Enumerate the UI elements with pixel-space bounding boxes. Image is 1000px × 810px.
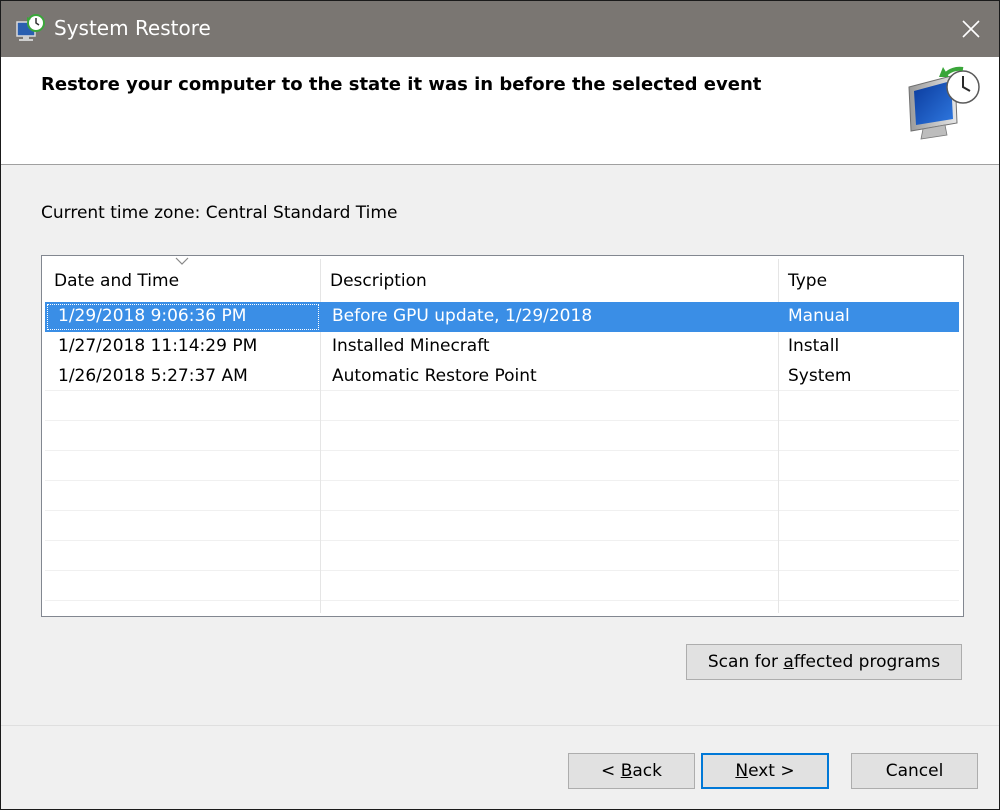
restore-points-list[interactable]: Date and Time Description Type 1/29/2018… [41,255,964,617]
timezone-label: Current time zone: Central Standard Time [41,203,398,223]
restore-computer-clock-icon [908,66,980,140]
column-header-label: Description [330,271,427,291]
scan-affected-programs-button[interactable]: Scan for a ffected programs [686,644,962,680]
cell-type: Manual [788,306,850,326]
cell-date-time: 1/29/2018 9:06:36 PM [45,302,321,332]
row-divider [45,540,959,541]
column-headers: Date and Time Description Type [45,257,959,301]
row-divider [45,570,959,571]
row-divider [45,480,959,481]
column-header-label: Type [788,271,828,291]
cell-type: System [788,366,852,386]
table-row[interactable]: 1/29/2018 9:06:36 PM Before GPU update, … [45,302,959,332]
column-header-description[interactable]: Description [321,259,779,301]
button-label-suffix: ext > [748,761,795,781]
next-button[interactable]: Next > [701,753,829,789]
row-divider [45,510,959,511]
back-button[interactable]: < Back [568,753,695,789]
chevron-down-icon [175,257,189,265]
cell-description: Before GPU update, 1/29/2018 [332,306,593,326]
title-bar[interactable]: System Restore [1,1,999,57]
button-label-suffix: ack [632,761,662,781]
close-icon [962,20,980,38]
cell-date-time: 1/27/2018 11:14:29 PM [58,336,258,356]
button-label-prefix: Scan for [707,652,784,672]
cell-date-time: 1/26/2018 5:27:37 AM [58,366,248,386]
table-row[interactable]: 1/26/2018 5:27:37 AM Automatic Restore P… [45,362,959,392]
close-button[interactable] [943,1,999,57]
column-header-type[interactable]: Type [779,259,959,301]
system-restore-window: System Restore Restore your computer to … [0,0,1000,810]
wizard-header: Restore your computer to the state it wa… [1,57,999,165]
footer-divider [1,725,999,726]
page-heading: Restore your computer to the state it wa… [41,74,762,95]
accelerator-key: B [620,761,633,781]
row-divider [45,600,959,601]
cancel-button[interactable]: Cancel [851,753,978,789]
button-label-prefix: < [601,761,621,781]
column-header-label: Date and Time [54,271,180,291]
button-label: Cancel [885,761,944,781]
table-row[interactable]: 1/27/2018 11:14:29 PM Installed Minecraf… [45,332,959,362]
accelerator-key: a [783,652,794,672]
window-title: System Restore [54,16,211,40]
accelerator-key: N [735,761,749,781]
system-restore-icon [16,14,45,41]
column-header-date-time[interactable]: Date and Time [45,257,321,301]
cell-type: Install [788,336,840,356]
cell-description: Automatic Restore Point [332,366,537,386]
row-divider [45,420,959,421]
row-divider [45,450,959,451]
button-label-suffix: ffected programs [793,652,941,672]
cell-description: Installed Minecraft [332,336,490,356]
